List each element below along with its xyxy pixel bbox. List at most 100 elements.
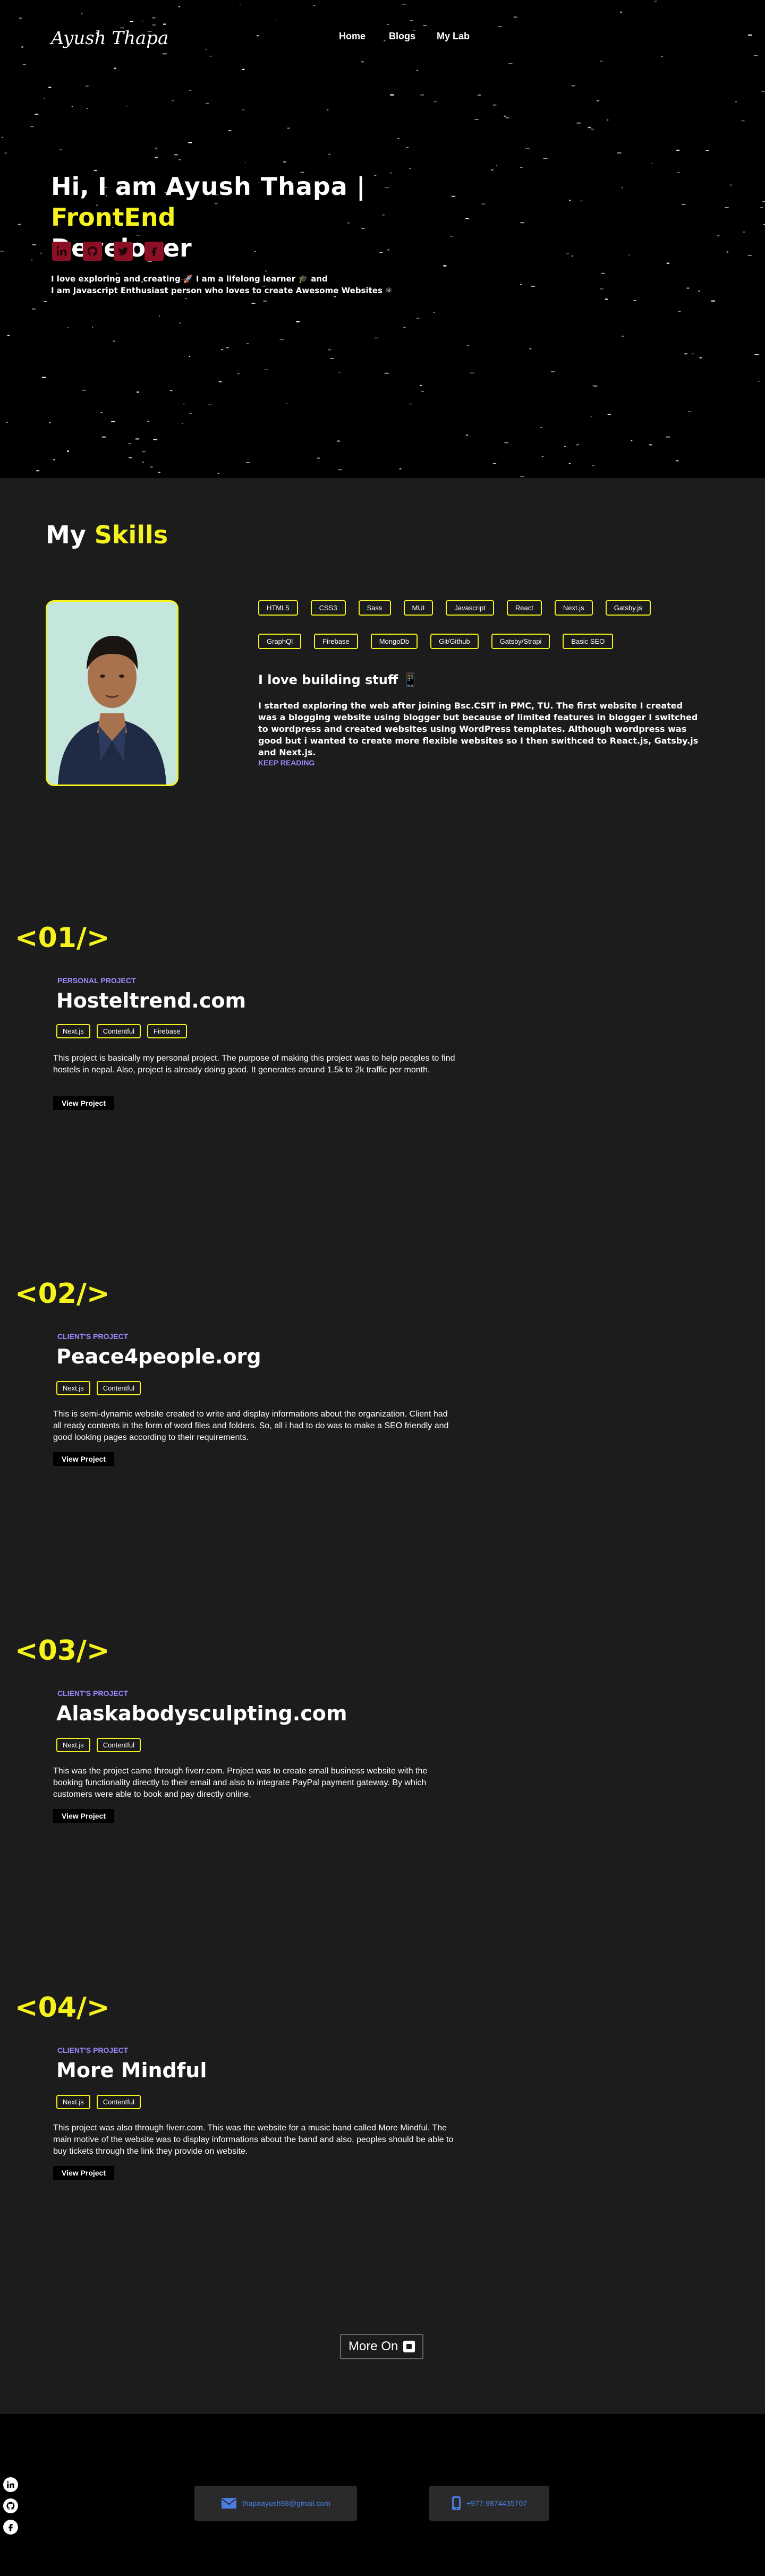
nav-link-my-lab[interactable]: My Lab [437, 31, 470, 42]
linkedin-icon[interactable] [52, 242, 71, 261]
view-project-button[interactable]: View Project [53, 1452, 115, 1466]
facebook-icon[interactable] [3, 2520, 18, 2535]
star [172, 100, 174, 101]
email-address: thapaayush98@gmail.com [242, 2499, 330, 2507]
skill-tag: CSS3 [310, 600, 346, 616]
star [590, 129, 594, 130]
star [568, 463, 571, 465]
star [654, 1, 657, 2]
star [747, 34, 752, 36]
star [242, 109, 245, 110]
star [283, 161, 286, 163]
star [152, 17, 156, 19]
project-tag: Firebase [147, 1024, 187, 1038]
star [735, 101, 737, 103]
star [206, 103, 209, 104]
email-contact-link[interactable]: thapaayush98@gmail.com [194, 2486, 357, 2521]
star [244, 162, 246, 163]
star [67, 327, 69, 328]
project-tag: Contentful [96, 1024, 141, 1038]
star [474, 119, 479, 121]
star [434, 101, 438, 103]
star [163, 23, 166, 25]
star [30, 125, 34, 127]
star [81, 13, 83, 15]
project-number: <02/> [15, 1278, 110, 1310]
keep-reading-link[interactable]: KEEP READING [258, 758, 314, 767]
skill-tag: Firebase [314, 634, 358, 649]
star [717, 235, 720, 236]
star [490, 169, 494, 171]
star [313, 5, 316, 6]
star [684, 353, 687, 355]
star [35, 114, 39, 115]
star [760, 207, 763, 208]
star [82, 389, 86, 391]
view-project-button[interactable]: View Project [53, 1809, 115, 1823]
view-project-button[interactable]: View Project [53, 1096, 115, 1110]
star [550, 371, 555, 372]
hero-greeting: Hi, I am [51, 172, 166, 201]
star [129, 457, 132, 458]
star [19, 18, 22, 19]
star [540, 427, 542, 428]
star [410, 20, 413, 21]
star [726, 251, 728, 253]
star [328, 153, 331, 155]
star [505, 117, 509, 118]
star [32, 244, 36, 245]
star [71, 106, 73, 107]
star [529, 348, 532, 349]
star [169, 390, 173, 391]
star [754, 55, 758, 56]
star [4, 152, 7, 153]
star [620, 11, 623, 13]
star [22, 64, 26, 65]
star [661, 55, 663, 57]
facebook-icon[interactable] [144, 242, 164, 261]
star [699, 357, 702, 359]
twitter-icon[interactable] [114, 242, 133, 261]
github-icon[interactable] [3, 2498, 18, 2513]
star [541, 456, 544, 457]
star [492, 463, 497, 464]
star [385, 372, 389, 374]
star [189, 413, 192, 414]
project-number: <03/> [15, 1635, 110, 1667]
github-icon [403, 2341, 415, 2352]
nav-link-blogs[interactable]: Blogs [389, 31, 415, 42]
star [384, 40, 386, 41]
star [754, 354, 759, 355]
star [174, 154, 178, 156]
skills-heading-highlight: Skills [94, 521, 168, 549]
star [228, 130, 232, 132]
view-project-button[interactable]: View Project [53, 2166, 115, 2180]
star [593, 386, 598, 387]
project-title: Hosteltrend.com [56, 989, 246, 1012]
star [676, 460, 679, 462]
star [100, 412, 103, 414]
star [101, 436, 106, 438]
star [666, 436, 670, 438]
nav-link-home[interactable]: Home [339, 31, 366, 42]
github-icon[interactable] [83, 242, 102, 261]
project-tags: Next.js Contentful [56, 1381, 141, 1395]
phone-contact-link[interactable]: +977-9874435707 [429, 2486, 549, 2521]
star [588, 126, 591, 129]
star [330, 358, 334, 359]
star [257, 35, 259, 37]
star [633, 300, 636, 301]
project-number: <04/> [15, 1992, 110, 2024]
star [328, 349, 332, 351]
more-on-button[interactable]: More On [340, 2334, 424, 2359]
star [338, 469, 343, 471]
linkedin-icon[interactable] [3, 2477, 18, 2492]
star [221, 349, 223, 351]
site-logo[interactable]: Ayush Thapa [51, 28, 168, 49]
star [607, 413, 611, 415]
build-stuff-text: I started exploring the web after joinin… [258, 701, 699, 757]
star [592, 385, 597, 386]
mail-icon [222, 2498, 236, 2509]
star [465, 218, 469, 219]
star [390, 94, 394, 96]
